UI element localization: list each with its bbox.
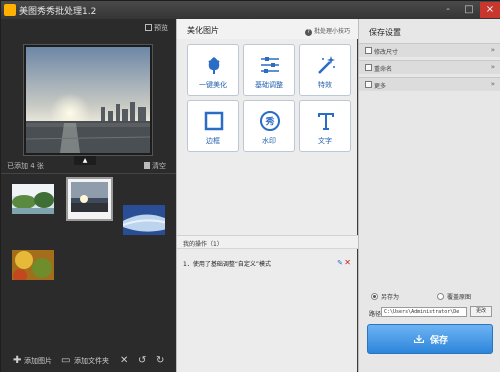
title-bar: 美图秀秀批处理1.2 - □ × <box>1 1 500 19</box>
overwrite-option[interactable]: 覆盖原图 <box>437 292 471 301</box>
sliders-icon <box>261 57 279 73</box>
tulip-icon <box>208 57 220 74</box>
preview-frame <box>23 44 153 156</box>
maximize-button[interactable]: □ <box>459 2 479 18</box>
rename-row[interactable]: 重命名 » <box>359 60 500 74</box>
operation-text: 1．使用了基础调整“自定义”模式 <box>183 261 272 268</box>
expand-icon: » <box>490 63 495 71</box>
thumbnail-3-image <box>123 205 165 235</box>
frame-icon <box>204 111 224 131</box>
radio-off-icon <box>437 293 444 300</box>
more-row[interactable]: 更多 » <box>359 77 500 91</box>
close-button[interactable]: × <box>480 2 500 18</box>
thumbnail-3[interactable] <box>122 204 166 236</box>
edit-icon[interactable]: ✎ <box>337 259 343 267</box>
rotate-left-icon[interactable]: ↺ <box>138 355 146 366</box>
tile-text[interactable]: 文字 <box>299 100 351 152</box>
rotate-right-icon[interactable]: ↻ <box>156 355 164 366</box>
tile-label: 一键美化 <box>199 81 227 89</box>
path-label: 路径 <box>369 311 382 318</box>
save-as-option[interactable]: 另存为 <box>371 292 399 301</box>
tips-link[interactable]: ? 批处理小技巧 <box>304 26 350 36</box>
thumbnail-2-selected[interactable] <box>66 177 113 221</box>
add-image-icon: ✚ <box>13 355 22 366</box>
tile-border[interactable]: 边框 <box>187 100 239 152</box>
left-toolbar: ✚ 添加图片 ▭ 添加文件夹 ✕ ↺ ↻ <box>1 349 176 372</box>
more-icon <box>365 81 372 88</box>
preview-image <box>26 47 150 153</box>
app-logo-icon <box>4 4 16 16</box>
add-image-button[interactable]: 添加图片 <box>24 356 52 366</box>
tile-label: 水印 <box>262 137 276 145</box>
resize-row[interactable]: 修改尺寸 » <box>359 43 500 57</box>
tile-label: 基础调整 <box>255 81 283 89</box>
svg-text:秀: 秀 <box>264 116 274 128</box>
beautify-title: 美化图片 <box>187 26 219 35</box>
app-window: 美图秀秀批处理1.2 - □ × 预览 ▲ 已添加 4 张 清空 ✚ 添加图片 … <box>0 0 500 372</box>
thumbnail-2-image <box>68 179 111 219</box>
tile-label: 边框 <box>206 137 220 145</box>
overwrite-label: 覆盖原图 <box>447 294 472 301</box>
magic-wand-icon <box>318 56 335 74</box>
added-count: 已添加 4 张 <box>7 162 44 170</box>
save-button[interactable]: 保存 <box>367 324 493 354</box>
watermark-icon: 秀 <box>260 111 280 131</box>
preview-button[interactable]: 预览 <box>145 23 168 33</box>
added-bar: 已添加 4 张 清空 <box>1 160 176 172</box>
image-list-panel: 预览 ▲ 已添加 4 张 清空 ✚ 添加图片 ▭ 添加文件夹 ✕ ↺ ↻ <box>1 19 176 372</box>
save-icon <box>414 335 424 343</box>
clear-button[interactable]: 清空 <box>144 161 166 171</box>
change-path-button[interactable]: 更改 <box>470 306 492 317</box>
tile-auto-beautify[interactable]: 一键美化 <box>187 44 239 96</box>
thumbnail-1[interactable] <box>11 183 55 215</box>
add-folder-button[interactable]: 添加文件夹 <box>74 356 109 366</box>
remove-icon[interactable]: ✕ <box>120 355 128 366</box>
preview-label: 预览 <box>154 24 168 32</box>
minimize-button[interactable]: - <box>438 2 458 18</box>
tile-label: 特效 <box>318 81 332 89</box>
thumbnail-4[interactable] <box>11 249 55 281</box>
resize-label: 修改尺寸 <box>374 49 399 56</box>
thumbnail-1-image <box>12 184 54 214</box>
text-icon <box>318 113 334 130</box>
clear-label: 清空 <box>152 162 166 170</box>
help-icon: ? <box>304 29 312 36</box>
tile-watermark[interactable]: 秀 水印 <box>243 100 295 152</box>
operation-item[interactable]: 1．使用了基础调整“自定义”模式 ✎ ✕ <box>183 258 353 269</box>
radio-on-icon <box>371 293 378 300</box>
beautify-panel: 美化图片 ?批处理小技巧 一键美化 基础调整 特效 边框 秀 水印 文字 我的 <box>176 19 358 372</box>
tips-label: 批处理小技巧 <box>313 28 350 35</box>
my-operations-title: 我的操作（1） <box>183 241 223 248</box>
tile-effects[interactable]: 特效 <box>299 44 351 96</box>
my-operations-header: 我的操作（1） <box>177 235 358 249</box>
folder-icon: ▭ <box>61 355 71 366</box>
path-field[interactable]: C:\Users\Administrator\De <box>381 307 467 317</box>
beautify-header: 美化图片 ? 批处理小技巧 <box>177 19 358 39</box>
trash-icon <box>144 162 150 169</box>
expand-icon: » <box>490 80 495 88</box>
delete-icon[interactable]: ✕ <box>344 258 351 267</box>
rename-label: 重命名 <box>374 66 393 73</box>
resize-icon <box>365 47 372 54</box>
thumbnail-4-image <box>12 250 54 280</box>
save-settings-panel: 保存设置 修改尺寸 » 重命名 » 更多 » 另存为 覆盖原图 路径 C:\Users… <box>358 19 500 372</box>
rename-icon <box>365 64 372 71</box>
expand-icon: » <box>490 46 495 54</box>
save-label: 保存 <box>430 336 449 346</box>
divider <box>1 173 176 174</box>
save-as-label: 另存为 <box>381 294 400 301</box>
preview-icon <box>145 24 152 31</box>
save-settings-title: 保存设置 <box>369 28 401 37</box>
tile-basic-adjust[interactable]: 基础调整 <box>243 44 295 96</box>
tile-label: 文字 <box>318 137 332 145</box>
more-label: 更多 <box>374 83 387 90</box>
window-title: 美图秀秀批处理1.2 <box>19 7 97 17</box>
